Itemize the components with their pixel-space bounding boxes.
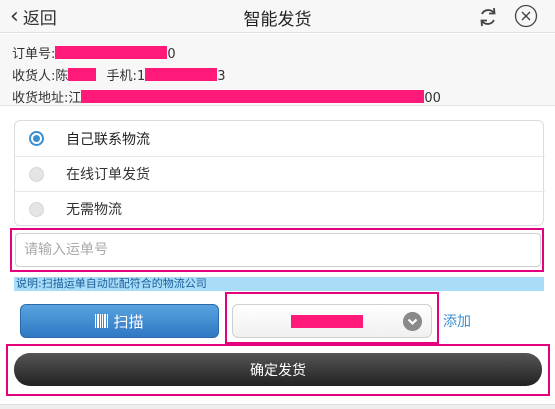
tracking-number-input[interactable] xyxy=(15,233,541,267)
scan-button[interactable]: 扫描 xyxy=(20,304,219,338)
chevron-down-icon[interactable] xyxy=(403,312,422,331)
receiver-label: 收货人: xyxy=(12,69,56,84)
address-row: 收货地址:江 00 xyxy=(12,87,441,106)
carrier-highlight-frame xyxy=(225,292,439,344)
scan-label: 扫描 xyxy=(113,312,144,331)
address-label: 收货地址: xyxy=(12,91,69,106)
page-title: 智能发货 xyxy=(243,10,312,30)
confirm-ship-button[interactable]: 确定发货 xyxy=(14,353,542,386)
order-number-suffix: 0 xyxy=(167,47,176,62)
shipping-option-self-contact[interactable]: 自己联系物流 xyxy=(15,121,545,156)
receiver-row: 收货人:陈 手机:1 3 xyxy=(12,65,226,84)
tracking-highlight-frame xyxy=(10,228,544,272)
bottom-divider xyxy=(0,404,555,409)
phone-suffix: 3 xyxy=(217,69,226,84)
shipping-option-label: 无需物流 xyxy=(66,202,122,218)
radio-checked-icon[interactable] xyxy=(29,131,44,146)
address-suffix: 00 xyxy=(424,91,441,106)
redaction-mask xyxy=(68,68,97,81)
shipping-method-group: 自己联系物流 在线订单发货 无需物流 xyxy=(14,120,545,226)
order-number-label: 订单号: xyxy=(12,47,56,62)
receiver-name-prefix: 陈 xyxy=(55,69,69,84)
shipping-option-no-logistics[interactable]: 无需物流 xyxy=(15,191,545,226)
shipping-option-label: 在线订单发货 xyxy=(66,167,150,183)
barcode-icon xyxy=(95,314,109,328)
address-prefix: 江 xyxy=(68,91,82,106)
redaction-mask xyxy=(55,46,168,59)
redaction-mask xyxy=(291,315,363,328)
shipping-option-label: 自己联系物流 xyxy=(66,131,150,148)
carrier-select[interactable] xyxy=(232,304,432,338)
confirm-highlight-frame: 确定发货 xyxy=(6,344,550,396)
add-carrier-link[interactable]: 添加 xyxy=(443,311,471,331)
redaction-mask xyxy=(145,68,218,81)
order-info-panel: 订单号: 0 收货人:陈 手机:1 3 收货地址:江 00 xyxy=(0,34,555,106)
phone-prefix: 1 xyxy=(136,69,146,84)
radio-unchecked-icon[interactable] xyxy=(29,201,44,217)
refresh-icon[interactable] xyxy=(476,5,500,29)
radio-unchecked-icon[interactable] xyxy=(29,166,44,182)
shipping-option-online[interactable]: 在线订单发货 xyxy=(15,156,545,191)
redaction-mask xyxy=(81,90,425,103)
phone-label: 手机: xyxy=(106,69,137,84)
scan-hint-text: 说明:扫描运单自动匹配符合的物流公司 xyxy=(14,277,544,291)
order-number-row: 订单号: 0 xyxy=(12,43,176,62)
top-bar: ‹ 返回 智能发货 xyxy=(0,0,555,33)
close-icon[interactable] xyxy=(514,4,538,28)
